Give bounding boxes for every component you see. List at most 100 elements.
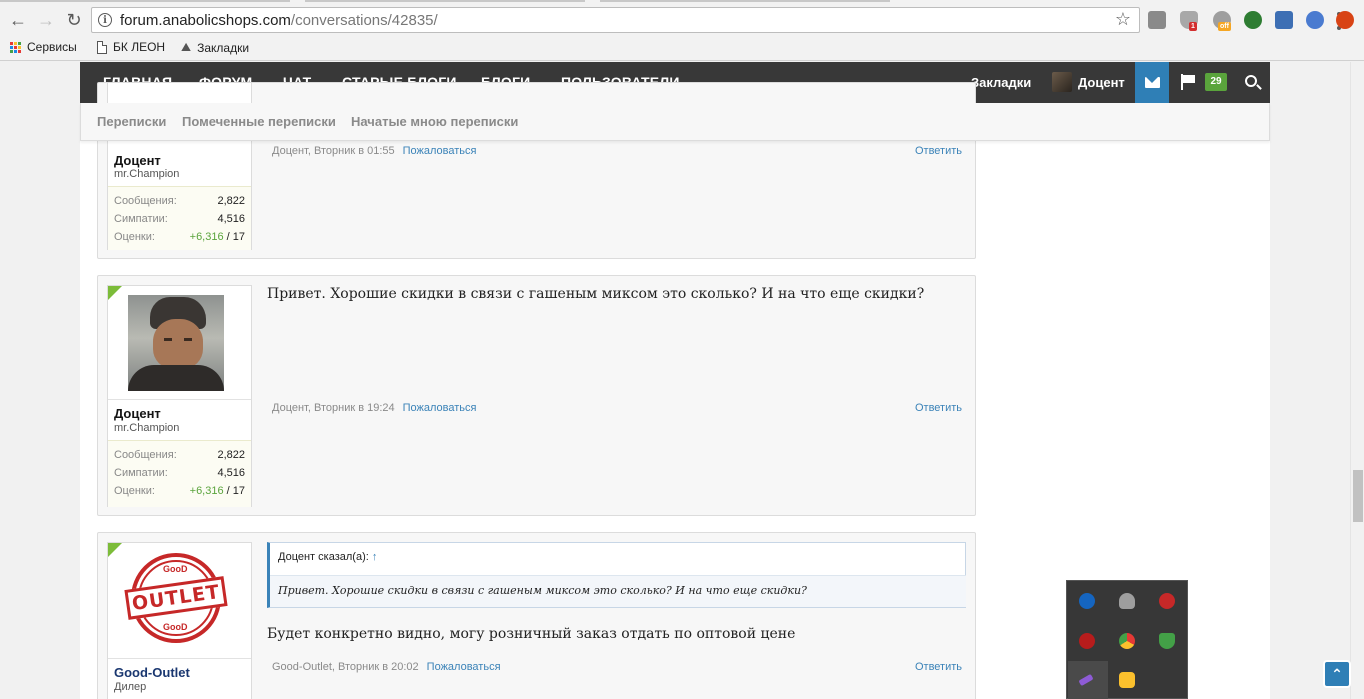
url-text[interactable]: forum.anabolicshops.com/conversations/42… [120,12,438,29]
message-meta: Доцент, Вторник в 01:55 Пожаловаться [272,145,477,157]
message-author-date[interactable]: Доцент, Вторник в 19:24 [272,402,395,414]
avatar-container[interactable] [108,286,251,400]
reply-link[interactable]: Ответить [915,661,962,673]
stamp-bottom-text: GooD [163,622,188,632]
inbox-button[interactable] [1135,62,1169,103]
search-icon[interactable] [1245,75,1257,87]
message-3: GooD OUTLET GooD Good-Outlet Дилер Доцен… [97,532,976,699]
bookmark-bk-leon[interactable]: БК ЛЕОН [97,40,165,54]
stat-value: +6,316 / 17 [190,231,245,243]
report-link[interactable]: Пожаловаться [427,661,501,673]
message-body: Привет. Хорошие скидки в связи с гашеным… [267,286,925,302]
alerts-flag-icon[interactable] [1181,74,1195,90]
tab-edge-middle [305,0,585,2]
envelope-icon [1144,77,1160,88]
rating-positive: +6,316 [189,231,224,243]
reload-icon[interactable]: ↻ [63,9,85,31]
bookmark-services[interactable]: Сервисы [10,40,77,54]
stat-label: Симпатии: [114,213,168,225]
keyboard-extension-icon[interactable] [1148,11,1166,29]
report-link[interactable]: Пожаловаться [403,145,477,157]
rating-total: / 17 [223,231,245,243]
security-shield-icon[interactable] [1159,633,1175,649]
page-scrollbar[interactable] [1350,62,1364,699]
stat-label: Сообщения: [114,449,177,461]
stamp-top-text: GooD [163,564,188,574]
user-title: Дилер [114,681,147,693]
quote-block: Доцент сказал(а): ↑ Привет. Хорошие скид… [267,542,966,608]
chrome-icon[interactable] [1119,633,1135,649]
avatar-container[interactable]: GooD OUTLET GooD [108,543,251,659]
bookmark-star-icon[interactable]: ☆ [1115,9,1131,30]
bookmark-label: Сервисы [27,40,77,54]
bluetooth-icon[interactable] [1079,593,1095,609]
quote-author: Доцент сказал(а): [278,551,369,563]
stat-label: Симпатии: [114,467,168,479]
sub-navigation: Переписки Помеченные переписки Начатые м… [80,103,1270,141]
stat-value: 4,516 [217,213,245,225]
tab-edge-right [600,0,890,2]
gear-extension-icon[interactable]: off [1213,11,1231,31]
message-author-date[interactable]: Good-Outlet, Вторник в 20:02 [272,661,419,673]
username[interactable]: Good-Outlet [114,665,190,680]
nav-user-avatar[interactable] [1052,72,1072,92]
bookmark-label: Закладки [197,40,250,55]
stat-label: Сообщения: [114,195,177,207]
bookmarks-folder-icon: ⛰ [181,40,192,54]
search-magnifier-extension-icon[interactable] [1244,11,1262,29]
avatar[interactable] [128,295,224,391]
upload-extension-icon[interactable] [1336,11,1354,29]
address-bar[interactable]: i forum.anabolicshops.com/conversations/… [91,7,1140,33]
tab-edge-left [0,0,290,2]
message-2: Доцент mr.Champion Сообщения: 2,822 Симпа… [97,275,976,516]
username[interactable]: Доцент [114,406,161,421]
translate-extension-icon[interactable] [1275,11,1293,29]
scrollbar-thumb[interactable] [1353,470,1363,522]
stat-value: 2,822 [217,195,245,207]
nav-bookmarks[interactable]: Закладки [971,62,1031,103]
user-card: Доцент mr.Champion Сообщения: 2,822 Симпа… [107,285,252,507]
reply-link[interactable]: Ответить [915,402,962,414]
bookmark-zakladki[interactable]: ⛰ Закладки [181,40,249,55]
stat-value: 4,516 [217,467,245,479]
system-tray-popup [1066,580,1188,699]
quote-text: Привет. Хорошие скидки в связи с гашеным… [278,584,807,597]
message-meta: Good-Outlet, Вторник в 20:02 Пожаловаться [272,661,501,673]
quote-jump-arrow-icon[interactable]: ↑ [372,551,378,563]
puzzle-icon[interactable] [1119,672,1135,688]
vpn-extension-icon[interactable] [1306,11,1324,29]
network-monitor-icon[interactable] [1159,593,1175,609]
message-meta: Доцент, Вторник в 19:24 Пожаловаться [272,402,477,414]
quote-header: Доцент сказал(а): ↑ [278,551,377,563]
subnav-starred-conversations[interactable]: Помеченные переписки [182,114,336,129]
alerts-count-badge[interactable]: 29 [1205,73,1227,91]
back-arrow-icon[interactable]: ← [7,9,29,31]
bookmark-label: БК ЛЕОН [113,40,166,54]
username[interactable]: Доцент [114,153,161,168]
url-host: forum.anabolicshops.com [120,12,291,29]
url-path: /conversations/42835/ [290,12,438,29]
user-stats: Сообщения: 2,822 Симпатии: 4,516 Оценки: +6… [108,440,251,507]
scroll-to-top-button[interactable]: ⌃ [1323,660,1351,688]
outlet-logo[interactable]: GooD OUTLET GooD [124,553,228,645]
report-link[interactable]: Пожаловаться [403,402,477,414]
message-author-date[interactable]: Доцент, Вторник в 01:55 [272,145,395,157]
subnav-started-conversations[interactable]: Начатые мною переписки [351,114,518,129]
quote-body: Привет. Хорошие скидки в связи с гашеным… [270,575,966,607]
apps-grid-icon [10,41,21,53]
online-indicator [108,286,122,300]
rating-total: / 17 [223,485,245,497]
stat-value: 2,822 [217,449,245,461]
subnav-conversations[interactable]: Переписки [97,114,166,129]
speedometer-icon[interactable] [1079,633,1095,649]
reply-link[interactable]: Ответить [915,145,962,157]
onedrive-icon[interactable] [1119,593,1135,609]
ublock-shield-icon[interactable]: 1 [1180,11,1198,31]
online-indicator [108,543,122,557]
rating-positive: +6,316 [189,485,224,497]
site-info-icon[interactable]: i [98,13,112,27]
forward-arrow-icon[interactable]: → [35,9,57,31]
nav-user-name[interactable]: Доцент [1078,62,1125,103]
browser-toolbar: ← → ↻ i forum.anabolicshops.com/conversa… [0,4,1364,36]
stat-label: Оценки: [114,485,155,497]
